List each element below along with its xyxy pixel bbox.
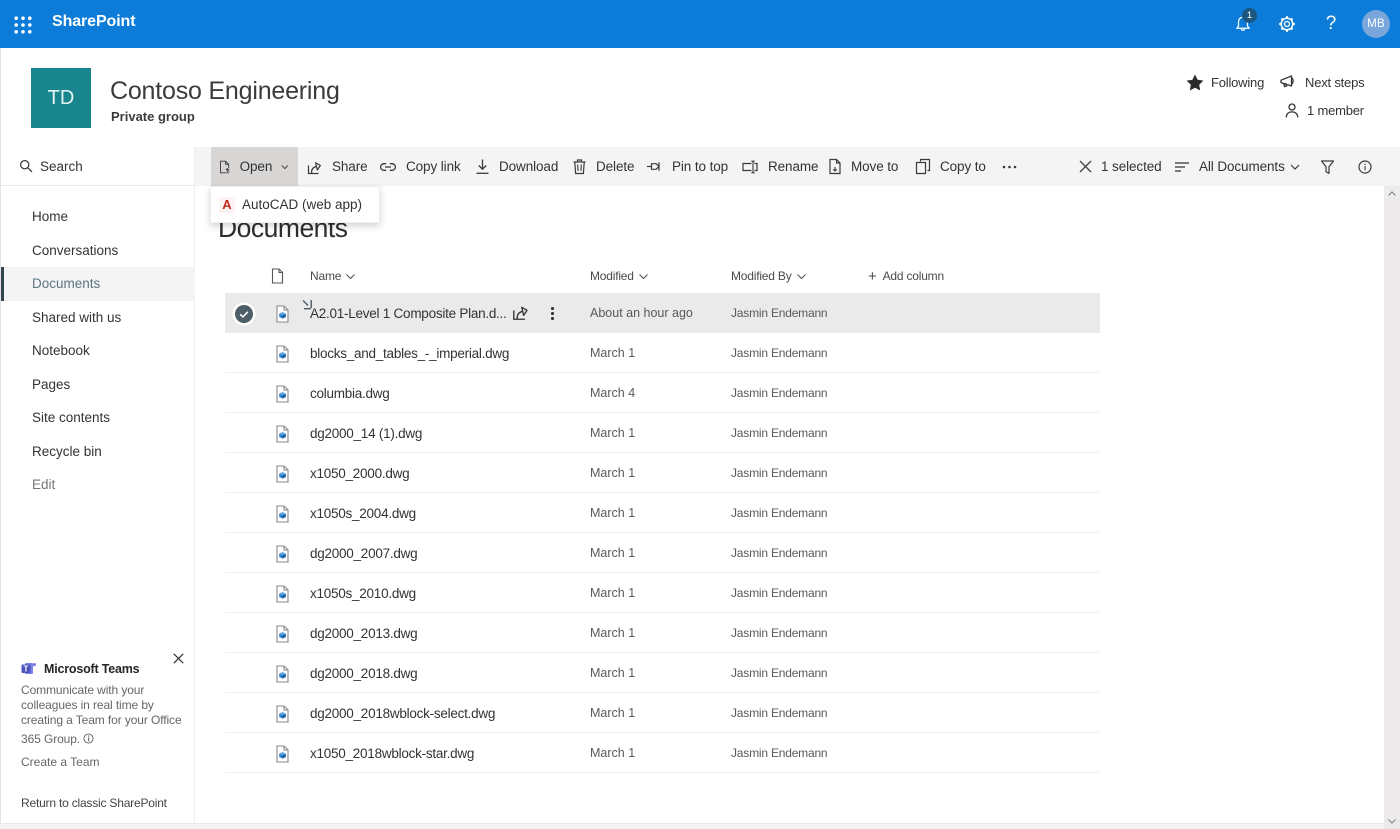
- svg-text:T: T: [24, 665, 29, 674]
